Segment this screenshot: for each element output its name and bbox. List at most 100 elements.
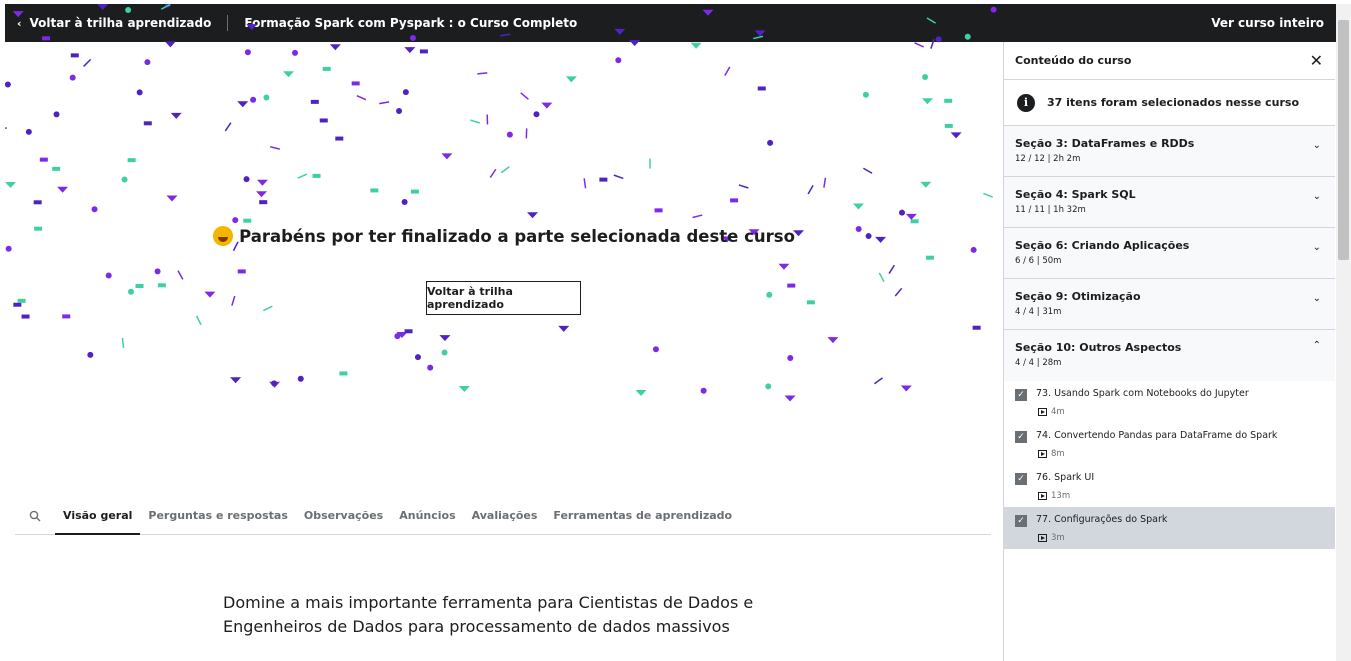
confetti-piece [724, 66, 731, 76]
confetti-piece [39, 157, 48, 162]
course-overview-text: Domine a mais importante ferramenta para… [223, 591, 763, 639]
lecture-item[interactable]: ✓ 74. Convertendo Pandas para DataFrame … [1004, 423, 1335, 465]
confetti-piece [944, 123, 953, 128]
confetti-piece [105, 272, 112, 279]
scrollbar-thumb[interactable] [1338, 20, 1349, 260]
tab-notes[interactable]: Observações [296, 500, 391, 535]
section-title: Seção 4: Spark SQL [1015, 188, 1136, 201]
view-full-course-link[interactable]: Ver curso inteiro [1211, 16, 1324, 30]
lecture-checkbox[interactable]: ✓ [1015, 389, 1027, 401]
confetti-piece [57, 186, 69, 193]
confetti-piece [441, 153, 453, 160]
confetti-piece [237, 101, 249, 108]
info-icon: i [1017, 93, 1035, 112]
lecture-title: 76. Spark UI [1036, 472, 1095, 483]
confetti-piece [250, 96, 257, 103]
confetti-piece [136, 89, 143, 96]
confetti-piece [319, 118, 328, 123]
lecture-item[interactable]: ✓ 73. Usando Spark com Notebooks do Jupy… [1004, 381, 1335, 423]
back-to-path-button[interactable]: Voltar à trilha aprendizado [426, 281, 581, 315]
top-bar: ‹ Voltar à trilha aprendizado Formação S… [5, 4, 1336, 42]
lecture-item[interactable]: ✓ 76. Spark UI 13m [1004, 465, 1335, 507]
back-to-path-link[interactable]: ‹ Voltar à trilha aprendizado [5, 4, 211, 42]
lecture-checkbox[interactable]: ✓ [1015, 473, 1027, 485]
confetti-piece [862, 91, 869, 98]
confetti-piece [33, 200, 42, 205]
confetti-piece [787, 283, 796, 288]
confetti-piece [379, 101, 390, 105]
confetti-piece [13, 302, 22, 307]
confetti-piece [144, 59, 151, 66]
sidebar-header: Conteúdo do curso ✕ [1004, 42, 1335, 80]
tab-reviews[interactable]: Avaliações [464, 500, 546, 535]
confetti-piece [878, 272, 885, 283]
lecture-item-active[interactable]: ✓ 77. Configurações do Spark 3m [1004, 507, 1335, 549]
confetti-piece [310, 99, 319, 104]
topbar-divider [227, 15, 229, 31]
confetti-piece [921, 98, 933, 105]
confetti-piece [778, 263, 790, 270]
confetti-piece [827, 337, 839, 344]
confetti-decoration [5, 4, 997, 402]
confetti-piece [470, 119, 481, 124]
video-icon [1038, 408, 1047, 416]
selection-info: i 37 itens foram selecionados nesse curs… [1004, 80, 1335, 126]
confetti-piece [541, 102, 553, 109]
confetti-piece [121, 337, 125, 348]
section-10-header[interactable]: Seção 10: Outros Aspectos 4 / 4 | 28m ⌃ [1004, 330, 1335, 381]
confetti-piece [5, 81, 11, 88]
confetti-piece [757, 86, 766, 91]
overview-line-2: Engenheiros de Dados para processamento … [223, 617, 730, 636]
section-9-header[interactable]: Seção 9: Otimização 4 / 4 | 31m ⌄ [1004, 279, 1335, 330]
close-icon[interactable]: ✕ [1310, 51, 1323, 70]
confetti-piece [83, 58, 92, 67]
confetti-piece [787, 355, 794, 362]
video-icon [1038, 492, 1047, 500]
celebration-message: Parabéns por ter finalizado a parte sele… [5, 226, 1003, 250]
confetti-piece [231, 295, 236, 306]
tab-learning-tools[interactable]: Ferramentas de aprendizado [545, 500, 740, 535]
confetti-piece [5, 127, 7, 130]
confetti-piece [700, 387, 707, 394]
confetti-piece [525, 128, 528, 139]
search-icon [29, 510, 41, 522]
confetti-piece [259, 200, 268, 205]
confetti-piece [21, 314, 30, 319]
confetti-piece [649, 158, 651, 169]
confetti-piece [396, 107, 403, 114]
confetti-piece [900, 385, 912, 392]
confetti-piece [53, 111, 60, 118]
confetti-piece [269, 145, 280, 150]
confetti-piece [427, 364, 434, 371]
confetti-piece [489, 168, 497, 178]
confetti-piece [925, 255, 934, 260]
confetti-piece [396, 331, 408, 338]
confetti-piece [922, 73, 929, 80]
confetti-piece [62, 314, 71, 319]
confetti-piece [230, 377, 242, 384]
tab-overview[interactable]: Visão geral [55, 500, 141, 535]
confetti-piece [458, 385, 470, 392]
celebration-emoji-icon [213, 226, 234, 246]
section-meta: 11 / 11 | 1h 32m [1015, 205, 1086, 215]
section-6-header[interactable]: Seção 6: Criando Aplicações 6 / 6 | 50m … [1004, 228, 1335, 279]
confetti-piece [127, 288, 134, 295]
tab-qa[interactable]: Perguntas e respostas [140, 500, 295, 535]
confetti-piece [583, 178, 587, 189]
lecture-checkbox[interactable]: ✓ [1015, 431, 1027, 443]
course-title[interactable]: Formação Spark com Pyspark : o Curso Com… [244, 16, 577, 30]
confetti-piece [232, 217, 239, 224]
tab-announcements[interactable]: Anúncios [391, 500, 463, 535]
confetti-piece [237, 269, 246, 274]
lecture-title: 77. Configurações do Spark [1036, 514, 1168, 525]
section-3-header[interactable]: Seção 3: DataFrames e RDDs 12 / 12 | 2h … [1004, 126, 1335, 177]
page-scrollbar[interactable] [1336, 4, 1351, 661]
section-4-header[interactable]: Seção 4: Spark SQL 11 / 11 | 1h 32m ⌄ [1004, 177, 1335, 228]
search-button[interactable] [15, 500, 55, 532]
confetti-piece [263, 305, 273, 312]
lecture-checkbox[interactable]: ✓ [1015, 515, 1027, 527]
confetti-piece [950, 132, 962, 139]
confetti-piece [401, 199, 408, 206]
chevron-down-icon: ⌄ [1312, 191, 1321, 202]
confetti-piece [654, 208, 663, 213]
